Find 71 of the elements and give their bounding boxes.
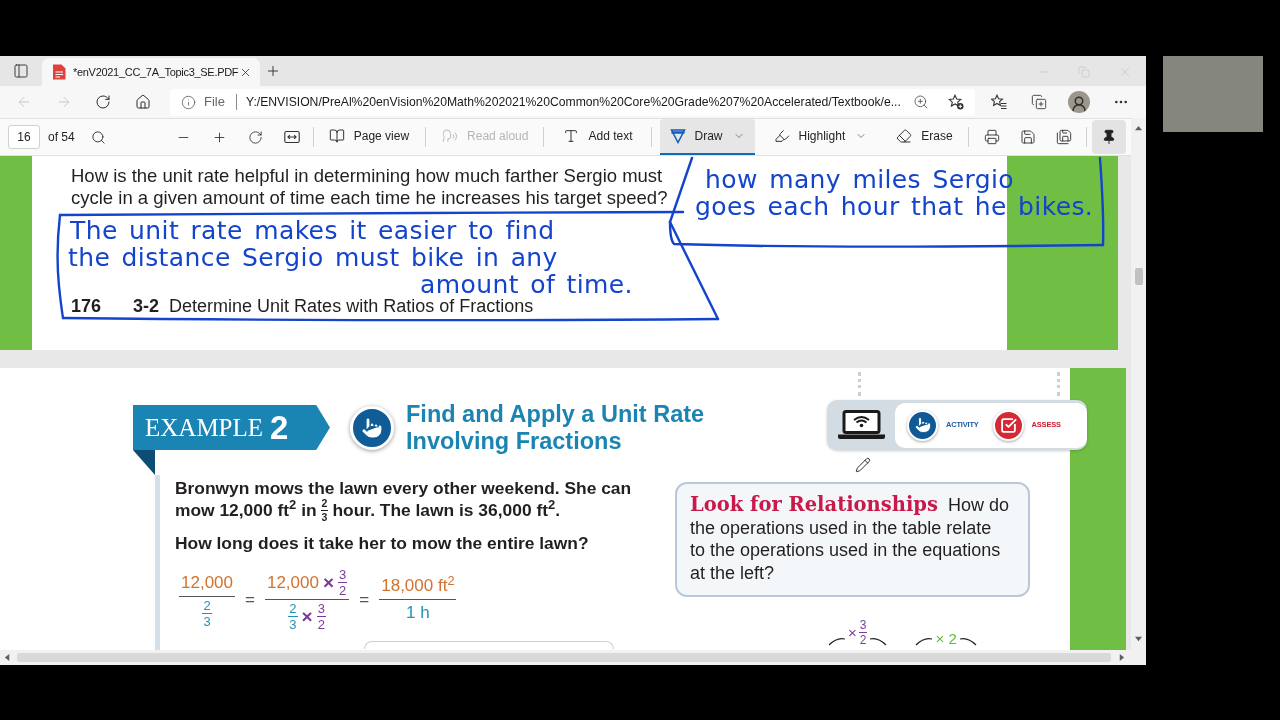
avatar-icon[interactable] xyxy=(1068,91,1090,113)
eraser-icon xyxy=(896,128,913,144)
save-icon[interactable] xyxy=(1019,129,1036,145)
checkbox-tick-icon xyxy=(992,409,1024,441)
address-field[interactable]: File Y:/ENVISION/PreAl%20enVision%20Math%202021%20Common%20Core%20Grade%207%20Accelerated/Textbook/e... xyxy=(170,88,975,116)
question-text: How long does it take her to mow the entire lawn? xyxy=(175,532,589,554)
zoom-icon[interactable] xyxy=(913,94,929,110)
toolbar-button[interactable]: Page view xyxy=(318,119,420,155)
arc-line-icon xyxy=(915,636,934,646)
url-text: Y:/ENVISION/PreAl%20enVision%20Math%202021%20Common%20Core%20Grade%207%20Accelerated/Textbook/e... xyxy=(245,93,901,111)
handwritten-note: The unit rate makes it easier to find the distance Sergio must bike in any amount of time. xyxy=(68,217,633,298)
open-book-icon xyxy=(328,128,345,144)
example-banner: EXAMPLE 2 xyxy=(133,405,330,450)
text-tool-icon xyxy=(563,128,580,144)
scrollbar-thumb[interactable] xyxy=(1134,268,1143,285)
math-term: 12,000 xyxy=(181,571,233,594)
pdf-file-icon xyxy=(52,64,66,80)
fraction: 3 2 xyxy=(338,568,348,597)
scheme-label: File xyxy=(204,93,225,112)
fraction: 2 3 xyxy=(288,602,298,631)
example-title: Find and Apply a Unit Rate Involving Fractions xyxy=(406,401,706,455)
hand-pointer-icon xyxy=(907,409,938,441)
pencil-cursor-icon xyxy=(855,457,871,473)
math-term: 12,000 xyxy=(266,571,319,594)
add-favorite-icon[interactable] xyxy=(948,94,964,110)
equals-sign: = xyxy=(359,588,370,611)
page-count: of 54 xyxy=(48,129,75,146)
collections-icon[interactable] xyxy=(1031,94,1047,110)
question-text: How is the unit rate helpful in determining how much farther Sergio must cycle in a given amount of time each time he increases his target speed? xyxy=(71,165,668,209)
arc-line-icon xyxy=(828,636,846,646)
laptop-wifi-icon xyxy=(838,410,885,440)
pin-button[interactable] xyxy=(1091,120,1126,154)
multiplier-label: × 2 xyxy=(935,631,957,646)
browser-tab[interactable]: *enV2021_CC_7A_Topic3_SE.PDF xyxy=(42,58,260,86)
math-term: 1 h xyxy=(406,602,430,624)
pen-nib-icon xyxy=(669,128,686,144)
scroll-left-icon[interactable] xyxy=(4,654,11,661)
arc-line-icon xyxy=(958,636,977,646)
math-term: 18,000 ft$^{2}$ xyxy=(381,575,455,597)
scroll-up-icon[interactable] xyxy=(1135,125,1142,132)
favorites-icon[interactable] xyxy=(991,94,1007,110)
fraction: 2 3 xyxy=(202,598,212,628)
toolbar-button[interactable]: Highlight xyxy=(763,119,878,155)
scrollbar-thumb[interactable] xyxy=(17,653,1111,662)
hand-pointer-icon xyxy=(350,406,394,450)
times-sign: × xyxy=(322,571,335,594)
rotate-icon[interactable] xyxy=(247,129,263,145)
refresh-icon[interactable] xyxy=(95,94,111,110)
fraction: 3 2 xyxy=(316,602,326,631)
double-floppy-icon[interactable] xyxy=(1055,129,1072,145)
page-number-field[interactable]: 16 xyxy=(8,125,40,149)
toolbar-button[interactable]: Erase xyxy=(886,119,963,155)
tab-actions-icon[interactable] xyxy=(13,63,29,79)
speaking-head-icon xyxy=(442,128,459,144)
zoom-in-icon[interactable] xyxy=(211,129,227,145)
tip-text: Look for Relationships How do the operations used in the table relate to the operations used in the equations at the left? xyxy=(690,494,1010,584)
page-number: 176 xyxy=(71,298,102,314)
print-icon[interactable] xyxy=(983,129,1000,145)
search-icon[interactable] xyxy=(90,129,106,145)
site-info-icon[interactable] xyxy=(181,94,196,110)
times-sign: × xyxy=(301,605,313,628)
fit-width-icon[interactable] xyxy=(283,130,300,144)
home-icon[interactable] xyxy=(135,94,151,110)
equals-sign: = xyxy=(245,588,255,611)
toolbar-button[interactable]: Add text xyxy=(553,119,643,155)
scroll-down-icon[interactable] xyxy=(1135,635,1142,642)
scroll-right-icon[interactable] xyxy=(1118,654,1125,661)
highlighter-icon xyxy=(773,128,790,144)
toolbar-button[interactable]: Draw xyxy=(659,119,755,155)
arc-line-icon xyxy=(869,636,888,646)
lesson-heading: 3-2 Determine Unit Rates with Ratios of Fractions xyxy=(133,298,534,314)
